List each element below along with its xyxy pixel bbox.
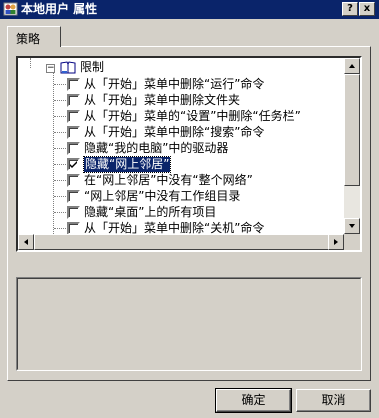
horizontal-scrollbar[interactable] [18, 234, 344, 250]
right-arrow-icon [334, 239, 338, 245]
policy-item[interactable]: 从「开始」菜单中删除“运行”命令 [18, 76, 344, 92]
tree-viewport: − 限制 从「开始」菜单中删除“运行”命令 从「开始」菜单中删除文件夹从「开始」菜… [18, 58, 344, 234]
policy-item-label: 从「开始」菜单的“设置”中删除“任务栏” [84, 109, 301, 123]
tree-connector-line [54, 132, 66, 133]
tree-connector-line [54, 148, 66, 149]
scroll-right-button[interactable] [328, 234, 344, 250]
description-panel [16, 277, 362, 371]
scroll-left-button[interactable] [18, 234, 34, 250]
policy-item[interactable]: 在“网上邻居”中没有“整个网络” [18, 172, 344, 188]
policy-checkbox[interactable] [67, 110, 80, 123]
policy-item[interactable]: 隐藏“我的电脑”中的驱动器 [18, 140, 344, 156]
tree-connector-line [54, 212, 66, 213]
tree-connector-line [54, 84, 66, 85]
policy-tree: − 限制 从「开始」菜单中删除“运行”命令 从「开始」菜单中删除文件夹从「开始」菜… [16, 56, 362, 252]
scrollbar-corner [344, 234, 360, 250]
properties-dialog: 本地用户 属性 ? x 策略 − 限制 从「开始」菜单中删除“运行”命令 从「开始… [0, 0, 379, 418]
policy-item[interactable]: 从「开始」菜单中删除“关机”命令 [18, 220, 344, 234]
left-arrow-icon [24, 239, 28, 245]
scroll-down-button[interactable] [344, 218, 360, 234]
policy-checkbox[interactable] [67, 190, 80, 203]
policy-item-label: 隐藏“桌面”上的所有项目 [84, 205, 217, 219]
vertical-scroll-thumb[interactable] [344, 74, 360, 186]
tab-label: 策略 [16, 32, 41, 46]
close-button[interactable]: x [359, 2, 375, 16]
tree-connector-line [54, 164, 66, 165]
collapse-icon[interactable]: − [46, 64, 55, 73]
policy-item[interactable]: “网上邻居”中没有工作组目录 [18, 188, 344, 204]
policy-item-label: 隐藏“我的电脑”中的驱动器 [84, 141, 229, 155]
scroll-up-button[interactable] [344, 58, 360, 74]
window-title: 本地用户 属性 [21, 2, 98, 16]
down-arrow-icon [349, 224, 355, 228]
users-icon [3, 2, 18, 16]
horizontal-scroll-thumb[interactable] [34, 234, 330, 250]
policy-checkbox[interactable] [67, 158, 80, 171]
description-panel-inner [17, 278, 361, 370]
policy-checkbox[interactable] [67, 206, 80, 219]
policy-checkbox[interactable] [67, 78, 80, 91]
policy-item-label: 在“网上邻居”中没有“整个网络” [84, 173, 253, 187]
title-bar[interactable]: 本地用户 属性 ? x [0, 0, 379, 19]
policy-item-label: 从「开始」菜单中删除“关机”命令 [84, 221, 265, 234]
tree-node-label: 限制 [80, 60, 105, 74]
policy-item[interactable]: 隐藏“网上邻居” [18, 156, 344, 173]
ok-button[interactable]: 确定 [215, 388, 292, 413]
help-button[interactable]: ? [342, 2, 358, 16]
policy-checkbox[interactable] [67, 94, 80, 107]
policy-item[interactable]: 从「开始」菜单中删除“搜索”命令 [18, 124, 344, 140]
tree-connector-line [54, 228, 66, 229]
open-book-icon [60, 61, 76, 74]
tree-node-restrictions[interactable]: − 限制 [18, 60, 344, 76]
policy-item[interactable]: 从「开始」菜单的“设置”中删除“任务栏” [18, 108, 344, 124]
vertical-scrollbar[interactable] [344, 58, 360, 234]
tree-connector-line [54, 116, 66, 117]
policy-checkbox[interactable] [67, 126, 80, 139]
up-arrow-icon [349, 64, 355, 68]
policy-checkbox[interactable] [67, 222, 80, 234]
cancel-button[interactable]: 取消 [296, 389, 371, 412]
tab-policy[interactable]: 策略 [7, 26, 61, 47]
policy-item-label: 隐藏“网上邻居” [82, 156, 172, 173]
policy-item-label: 从「开始」菜单中删除文件夹 [84, 93, 241, 107]
policy-item[interactable]: 从「开始」菜单中删除文件夹 [18, 92, 344, 108]
policy-item-label: 从「开始」菜单中删除“运行”命令 [84, 77, 265, 91]
policy-item[interactable]: 隐藏“桌面”上的所有项目 [18, 204, 344, 220]
checkmark-icon [70, 161, 77, 168]
tree-connector-line [54, 196, 66, 197]
policy-item-label: 从「开始」菜单中删除“搜索”命令 [84, 125, 265, 139]
policy-checkbox[interactable] [67, 142, 80, 155]
policy-item-label: “网上邻居”中没有工作组目录 [84, 189, 241, 203]
tree-connector-line [54, 100, 66, 101]
tree-connector-line [54, 180, 66, 181]
policy-checkbox[interactable] [67, 174, 80, 187]
